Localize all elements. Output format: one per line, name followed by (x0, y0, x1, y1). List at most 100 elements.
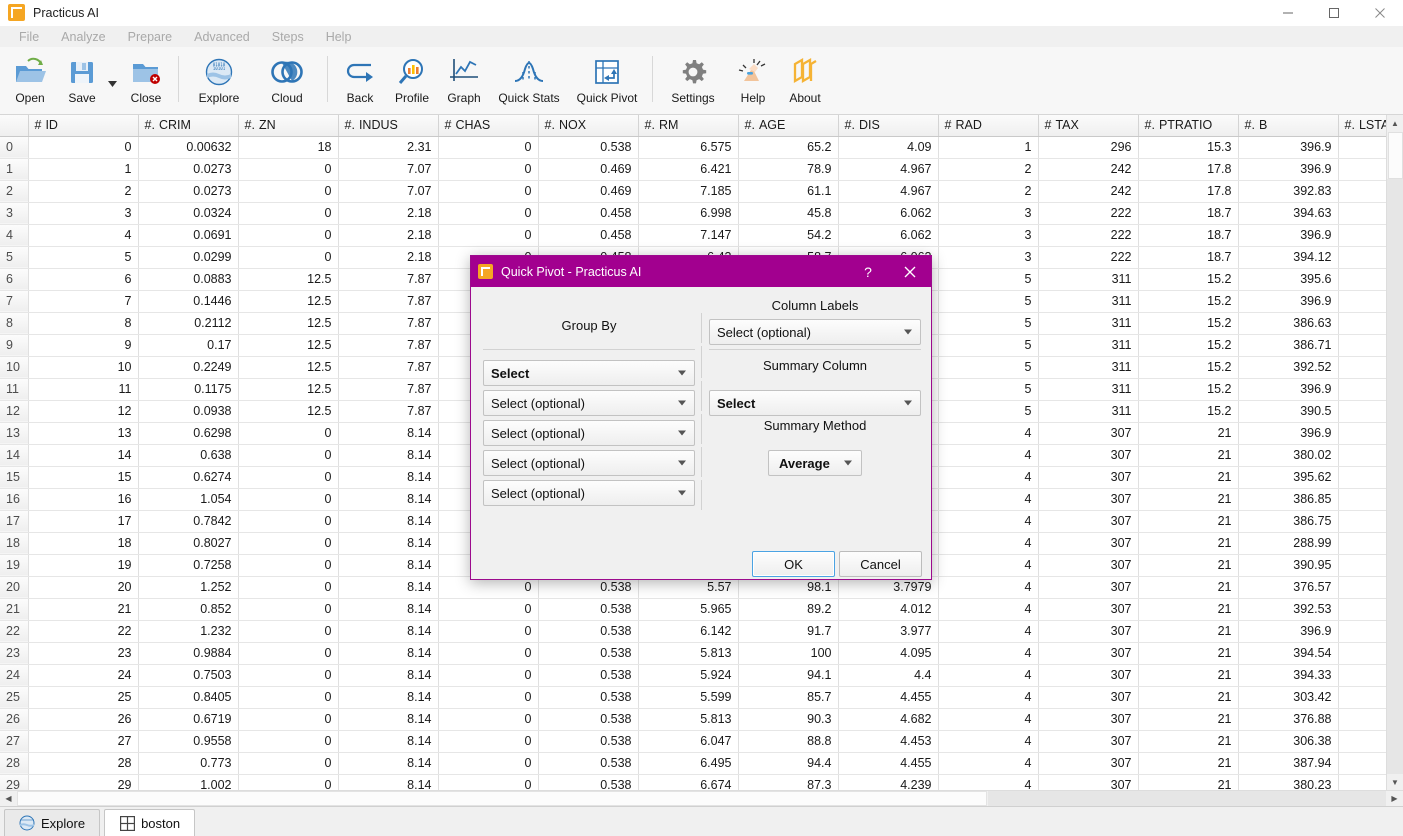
table-cell[interactable]: 307 (1038, 444, 1138, 466)
table-cell[interactable]: 311 (1038, 290, 1138, 312)
table-cell[interactable]: 28 (28, 752, 138, 774)
table-cell[interactable]: 4 (938, 642, 1038, 664)
menu-steps[interactable]: Steps (261, 28, 315, 46)
table-cell[interactable]: 307 (1038, 488, 1138, 510)
table-row[interactable]: 000.00632182.3100.5386.57565.24.09129615… (0, 136, 1402, 158)
table-row[interactable]: 25250.840508.1400.5385.59985.74.45543072… (0, 686, 1402, 708)
table-cell[interactable]: 21 (1138, 730, 1238, 752)
table-cell[interactable]: 0 (438, 202, 538, 224)
save-dropdown-caret-icon[interactable] (108, 80, 120, 89)
table-cell[interactable]: 387.94 (1238, 752, 1338, 774)
group-by-select-3[interactable]: Select (optional) (483, 420, 695, 446)
table-cell[interactable]: 307 (1038, 554, 1138, 576)
table-cell[interactable]: 4 (938, 620, 1038, 642)
table-cell[interactable]: 5.599 (638, 686, 738, 708)
table-cell[interactable]: 18 (238, 136, 338, 158)
table-cell[interactable]: 4 (938, 532, 1038, 554)
table-cell[interactable]: 4 (938, 488, 1038, 510)
table-cell[interactable]: 21 (1138, 752, 1238, 774)
table-cell[interactable]: 2.18 (338, 202, 438, 224)
table-cell[interactable]: 8.14 (338, 466, 438, 488)
row-header[interactable]: 10 (0, 356, 28, 378)
table-cell[interactable]: 21 (1138, 554, 1238, 576)
table-cell[interactable]: 8.14 (338, 444, 438, 466)
table-cell[interactable]: 0 (238, 752, 338, 774)
table-cell[interactable]: 8.14 (338, 598, 438, 620)
group-by-select-1[interactable]: Select (483, 360, 695, 386)
toolbar-cloud-button[interactable]: Cloud (253, 50, 321, 105)
table-cell[interactable]: 4.455 (838, 686, 938, 708)
column-header-zn[interactable]: #.ZN (238, 115, 338, 136)
table-cell[interactable]: 21 (1138, 620, 1238, 642)
table-cell[interactable]: 0.0324 (138, 202, 238, 224)
column-header-tax[interactable]: #TAX (1038, 115, 1138, 136)
table-cell[interactable]: 0 (238, 664, 338, 686)
table-row[interactable]: 24240.750308.1400.5385.92494.14.44307213… (0, 664, 1402, 686)
table-cell[interactable]: 307 (1038, 708, 1138, 730)
row-header[interactable]: 3 (0, 202, 28, 224)
table-cell[interactable]: 4.012 (838, 598, 938, 620)
vertical-scroll-thumb[interactable] (1388, 132, 1403, 179)
table-cell[interactable]: 394.33 (1238, 664, 1338, 686)
table-cell[interactable]: 311 (1038, 268, 1138, 290)
table-cell[interactable]: 0.538 (538, 708, 638, 730)
table-row[interactable]: 22221.23208.1400.5386.14291.73.977430721… (0, 620, 1402, 642)
table-cell[interactable]: 4 (938, 598, 1038, 620)
table-cell[interactable]: 21 (1138, 510, 1238, 532)
table-cell[interactable]: 0 (438, 642, 538, 664)
table-cell[interactable]: 15.2 (1138, 290, 1238, 312)
table-cell[interactable]: 0 (238, 554, 338, 576)
table-cell[interactable]: 307 (1038, 620, 1138, 642)
table-cell[interactable]: 7.07 (338, 158, 438, 180)
table-cell[interactable]: 54.2 (738, 224, 838, 246)
table-cell[interactable]: 8.14 (338, 664, 438, 686)
table-cell[interactable]: 390.95 (1238, 554, 1338, 576)
table-cell[interactable]: 5 (938, 378, 1038, 400)
table-cell[interactable]: 0.0938 (138, 400, 238, 422)
table-cell[interactable]: 7.87 (338, 400, 438, 422)
table-cell[interactable]: 0 (438, 158, 538, 180)
table-cell[interactable]: 0 (238, 202, 338, 224)
table-cell[interactable]: 0.538 (538, 598, 638, 620)
column-header-rm[interactable]: #.RM (638, 115, 738, 136)
table-cell[interactable]: 376.57 (1238, 576, 1338, 598)
table-cell[interactable]: 7.185 (638, 180, 738, 202)
table-cell[interactable]: 15.3 (1138, 136, 1238, 158)
row-header[interactable]: 19 (0, 554, 28, 576)
table-cell[interactable]: 18.7 (1138, 224, 1238, 246)
table-cell[interactable]: 15.2 (1138, 356, 1238, 378)
table-cell[interactable]: 306.38 (1238, 730, 1338, 752)
table-cell[interactable]: 376.88 (1238, 708, 1338, 730)
table-cell[interactable]: 6.495 (638, 752, 738, 774)
table-cell[interactable]: 7.07 (338, 180, 438, 202)
table-cell[interactable]: 3 (938, 246, 1038, 268)
table-cell[interactable]: 4 (938, 752, 1038, 774)
table-cell[interactable]: 0.538 (538, 664, 638, 686)
table-cell[interactable]: 4.095 (838, 642, 938, 664)
table-cell[interactable]: 395.6 (1238, 268, 1338, 290)
table-cell[interactable]: 94.1 (738, 664, 838, 686)
table-cell[interactable]: 5.965 (638, 598, 738, 620)
table-cell[interactable]: 307 (1038, 752, 1138, 774)
column-header-crim[interactable]: #.CRIM (138, 115, 238, 136)
horizontal-scroll-track[interactable] (988, 791, 1386, 806)
table-cell[interactable]: 15.2 (1138, 334, 1238, 356)
row-header[interactable]: 8 (0, 312, 28, 334)
row-header[interactable]: 12 (0, 400, 28, 422)
table-cell[interactable]: 380.02 (1238, 444, 1338, 466)
toolbar-back-button[interactable]: Back (334, 50, 386, 105)
table-cell[interactable]: 7.87 (338, 268, 438, 290)
table-cell[interactable]: 0.538 (538, 730, 638, 752)
dialog-help-button[interactable]: ? (849, 256, 887, 287)
table-cell[interactable]: 8.14 (338, 620, 438, 642)
table-row[interactable]: 21210.85208.1400.5385.96589.24.012430721… (0, 598, 1402, 620)
table-cell[interactable]: 21 (1138, 642, 1238, 664)
table-cell[interactable]: 4 (938, 708, 1038, 730)
table-cell[interactable]: 0 (238, 730, 338, 752)
table-cell[interactable]: 15.2 (1138, 312, 1238, 334)
table-cell[interactable]: 0.1175 (138, 378, 238, 400)
scroll-right-arrow-icon[interactable]: ▶ (1386, 791, 1403, 806)
table-cell[interactable]: 4.4 (838, 664, 938, 686)
table-cell[interactable]: 4 (938, 466, 1038, 488)
table-cell[interactable]: 311 (1038, 400, 1138, 422)
